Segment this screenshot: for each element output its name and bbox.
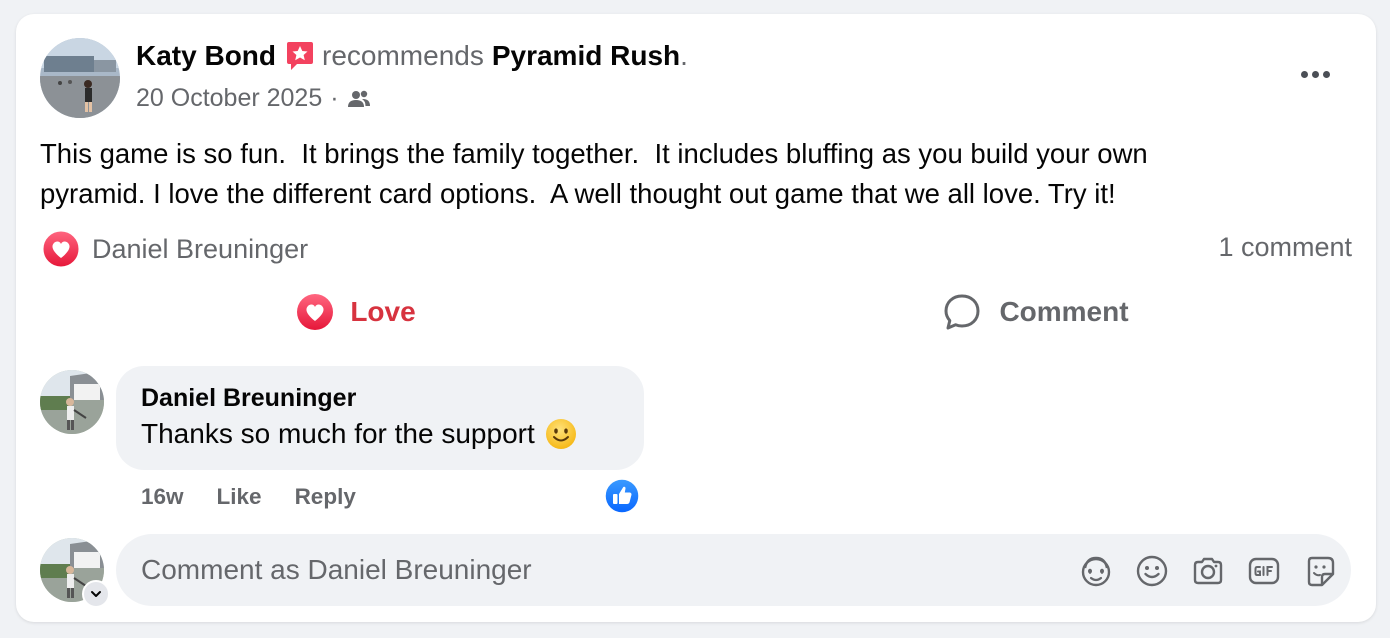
love-button[interactable]: Love — [16, 284, 696, 340]
comment-text-row: Thanks so much for the support — [141, 418, 577, 450]
emoji-icon[interactable] — [1135, 554, 1169, 588]
gif-icon[interactable] — [1247, 554, 1281, 588]
composer-icons — [1079, 554, 1337, 588]
comment-composer[interactable]: Comment as Daniel Breuninger — [116, 534, 1351, 606]
author-avatar[interactable] — [40, 38, 120, 118]
post-body-line: This game is so fun. It brings the famil… — [40, 138, 1148, 169]
comment-text: Thanks so much for the support — [141, 418, 535, 449]
comment-bubble: Daniel Breuninger Thanks so much for the… — [116, 366, 644, 470]
love-icon — [296, 293, 334, 331]
more-horizontal-icon — [1300, 70, 1308, 78]
reactor-name: Daniel Breuninger — [92, 233, 309, 264]
camera-icon[interactable] — [1191, 554, 1225, 588]
love-label: Love — [350, 296, 416, 327]
page-name-link[interactable]: Pyramid Rush — [492, 40, 680, 72]
comment-time[interactable]: 16w — [141, 484, 184, 510]
more-dot — [1311, 70, 1319, 78]
post-card: Katy Bond recommends Pyramid Rush . 20 O… — [16, 14, 1376, 622]
comment-like-button[interactable]: Like — [217, 484, 262, 510]
page-suffix: . — [680, 40, 688, 71]
reaction-summary[interactable]: Daniel Breuninger — [42, 230, 308, 268]
comment-bubble-icon — [943, 293, 981, 331]
comment-button[interactable]: Comment — [696, 284, 1376, 340]
avatar-sticker-icon[interactable] — [1079, 554, 1113, 588]
post-body: This game is so fun. It brings the famil… — [40, 134, 1350, 214]
post-body-line: pyramid. I love the different card optio… — [40, 178, 1116, 209]
more-dot — [1322, 70, 1330, 78]
commenter-avatar[interactable] — [40, 370, 104, 434]
comment-reply-button[interactable]: Reply — [295, 484, 356, 510]
like-reaction-icon[interactable] — [604, 478, 640, 514]
love-reaction-icon — [42, 230, 80, 268]
post-date[interactable]: 20 October 2025 — [136, 84, 322, 113]
comment-author[interactable]: Daniel Breuninger — [141, 384, 356, 413]
composer-placeholder: Comment as Daniel Breuninger — [141, 554, 532, 585]
friends-icon[interactable] — [347, 88, 371, 110]
meta-separator: · — [330, 84, 339, 112]
comment-label: Comment — [999, 296, 1129, 327]
recommends-text: recommends — [322, 40, 484, 71]
smiley-emoji-icon — [545, 418, 577, 450]
author-name[interactable]: Katy Bond — [136, 40, 276, 72]
sticker-icon[interactable] — [1303, 554, 1337, 588]
comment-count[interactable]: 1 comment — [1218, 232, 1352, 263]
account-switch-button[interactable] — [82, 580, 110, 608]
chevron-down-icon — [91, 591, 101, 597]
post-meta: 20 October 2025 · — [136, 84, 371, 113]
more-options-button[interactable] — [1294, 59, 1336, 89]
recommend-icon — [284, 40, 316, 72]
post-header: Katy Bond recommends Pyramid Rush . — [136, 40, 688, 72]
comment-actions: 16w Like Reply — [141, 484, 356, 510]
